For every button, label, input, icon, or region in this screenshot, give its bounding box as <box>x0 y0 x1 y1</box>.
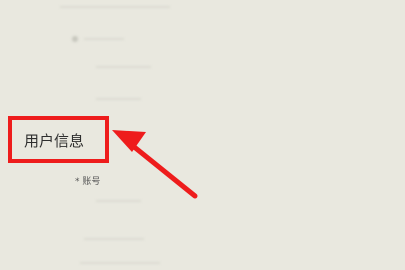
red-arrow-icon <box>112 130 198 199</box>
account-field-label: * 账号 <box>75 177 101 187</box>
